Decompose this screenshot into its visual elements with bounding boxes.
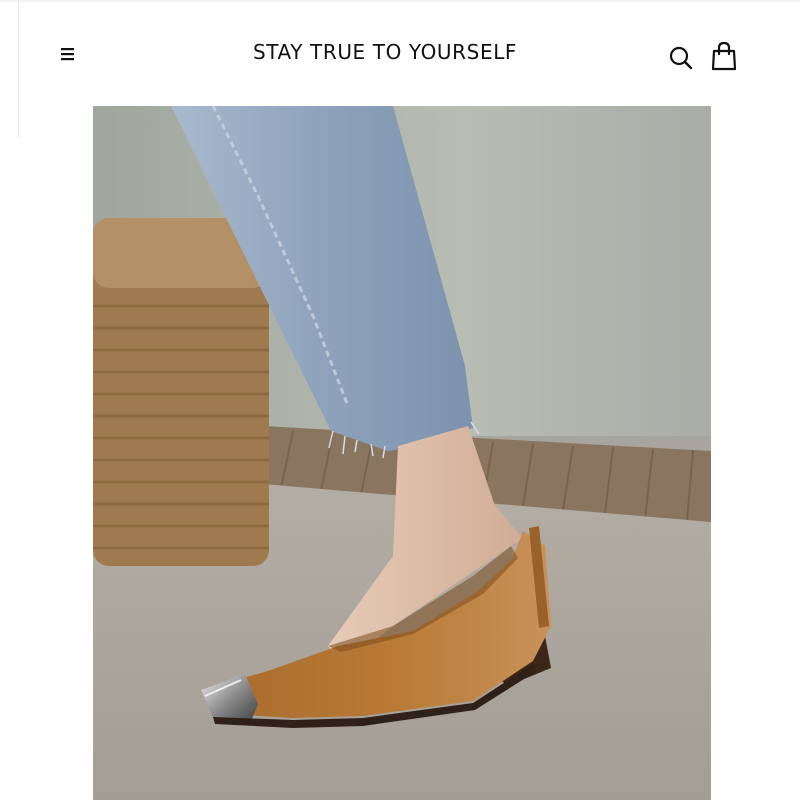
hamburger-menu-icon — [61, 48, 74, 61]
search-button[interactable] — [668, 45, 694, 71]
menu-button[interactable] — [56, 42, 80, 66]
brand-title[interactable]: STAY TRUE TO YOURSELF — [200, 40, 570, 64]
hero-product-image[interactable] — [93, 106, 711, 800]
site-header: STAY TRUE TO YOURSELF — [0, 0, 800, 106]
search-icon — [669, 46, 693, 70]
shopping-bag-icon — [711, 41, 737, 71]
cart-button[interactable] — [710, 41, 738, 71]
shoe-photo — [93, 106, 711, 800]
